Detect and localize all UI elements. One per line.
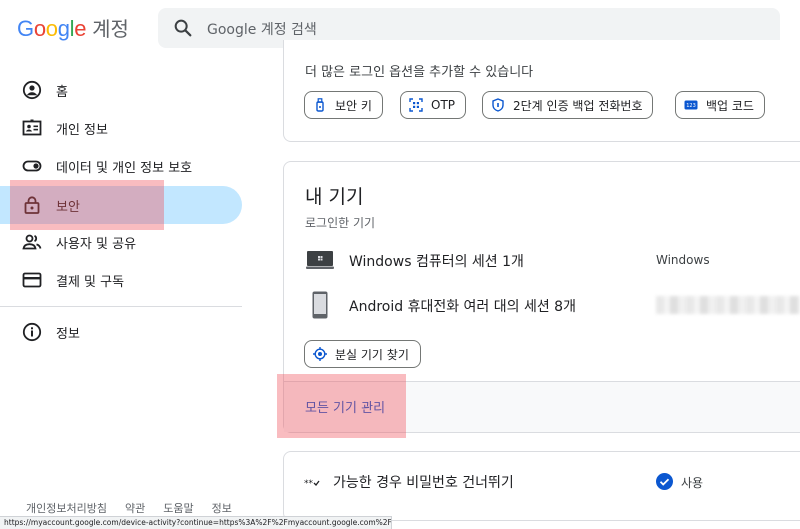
- backup-phone-chip[interactable]: 2단계 인증 백업 전화번호: [482, 91, 654, 119]
- google-wordmark: Google: [17, 16, 87, 41]
- sidebar-item-label: 홈: [56, 85, 68, 100]
- google-account-logo[interactable]: Google 계정: [17, 13, 129, 43]
- link-status-bar: https://myaccount.google.com/device-acti…: [0, 516, 392, 529]
- devices-subtitle: 로그인한 기기: [305, 216, 376, 230]
- sidebar-divider: [0, 306, 242, 307]
- search-icon: [174, 19, 192, 37]
- passkey-icon: **: [304, 479, 320, 489]
- security-key-icon: [316, 98, 324, 112]
- redacted-device-details: [656, 296, 800, 314]
- sidebar-item-label: 결제 및 구독: [56, 275, 125, 290]
- sidebar-item-label: 데이터 및 개인 정보 보호: [56, 161, 193, 176]
- locate-icon: [313, 347, 327, 361]
- personal-info-icon: [22, 119, 42, 136]
- people-icon: [22, 234, 42, 250]
- sidebar-item-label: 사용자 및 공유: [56, 237, 137, 252]
- skip-password-label: 가능한 경우 비밀번호 건너뛰기: [333, 475, 514, 491]
- credit-card-icon: [22, 272, 42, 288]
- sidebar-item-personal-info[interactable]: 개인 정보: [0, 109, 242, 147]
- search-input[interactable]: Google 계정 검색: [207, 19, 317, 39]
- backup-codes-chip[interactable]: 123 백업 코드: [675, 91, 765, 119]
- highlight-manage-devices: [277, 374, 406, 438]
- home-icon: [22, 80, 42, 100]
- terms-link[interactable]: 약관: [125, 500, 145, 516]
- footer-links: 개인정보처리방침 약관 도움말 정보: [26, 500, 232, 516]
- phone-icon: [312, 291, 328, 319]
- find-lost-device-label: 분실 기기 찾기: [335, 347, 409, 362]
- device-row-windows[interactable]: Windows 컴퓨터의 세션 1개: [349, 251, 524, 271]
- qr-code-icon: [409, 98, 423, 112]
- sidebar-nav: 홈 개인 정보 데이터 및 개인 정보 보호 보안 사용자 및 공유 결제 및 …: [0, 56, 250, 529]
- svg-text:**: **: [304, 479, 314, 489]
- sidebar-item-label: 정보: [56, 327, 80, 342]
- toggle-icon: [22, 160, 42, 172]
- skip-password-status: 사용: [681, 476, 704, 490]
- sidebar-item-label: 개인 정보: [56, 123, 108, 138]
- chip-label: 보안 키: [335, 98, 372, 113]
- info-icon: [22, 322, 42, 342]
- chip-label: OTP: [431, 98, 456, 112]
- signin-options-description: 더 많은 로그인 옵션을 추가할 수 있습니다: [305, 65, 534, 80]
- chip-label: 2단계 인증 백업 전화번호: [513, 98, 643, 113]
- sidebar-item-home[interactable]: 홈: [0, 71, 242, 109]
- check-circle-icon: [656, 473, 673, 490]
- shield-icon: [492, 98, 504, 112]
- otp-chip[interactable]: OTP: [400, 91, 467, 119]
- account-label: 계정: [92, 17, 129, 41]
- highlight-security-nav: [10, 180, 164, 230]
- devices-title: 내 기기: [305, 186, 364, 208]
- laptop-icon: [306, 251, 334, 269]
- security-key-chip[interactable]: 보안 키: [304, 91, 383, 119]
- privacy-policy-link[interactable]: 개인정보처리방침: [26, 500, 107, 516]
- help-link[interactable]: 도움말: [163, 500, 193, 516]
- svg-text:123: 123: [686, 103, 696, 109]
- device-row-android[interactable]: Android 휴대전화 여러 대의 세션 8개: [349, 296, 576, 316]
- sidebar-item-about[interactable]: 정보: [0, 313, 242, 351]
- about-link[interactable]: 정보: [212, 500, 232, 516]
- find-lost-device-button[interactable]: 분실 기기 찾기: [304, 340, 421, 368]
- backup-code-icon: 123: [684, 100, 698, 110]
- chip-label: 백업 코드: [706, 98, 754, 113]
- device-os-label: Windows: [656, 253, 710, 267]
- sidebar-item-payments[interactable]: 결제 및 구독: [0, 261, 242, 299]
